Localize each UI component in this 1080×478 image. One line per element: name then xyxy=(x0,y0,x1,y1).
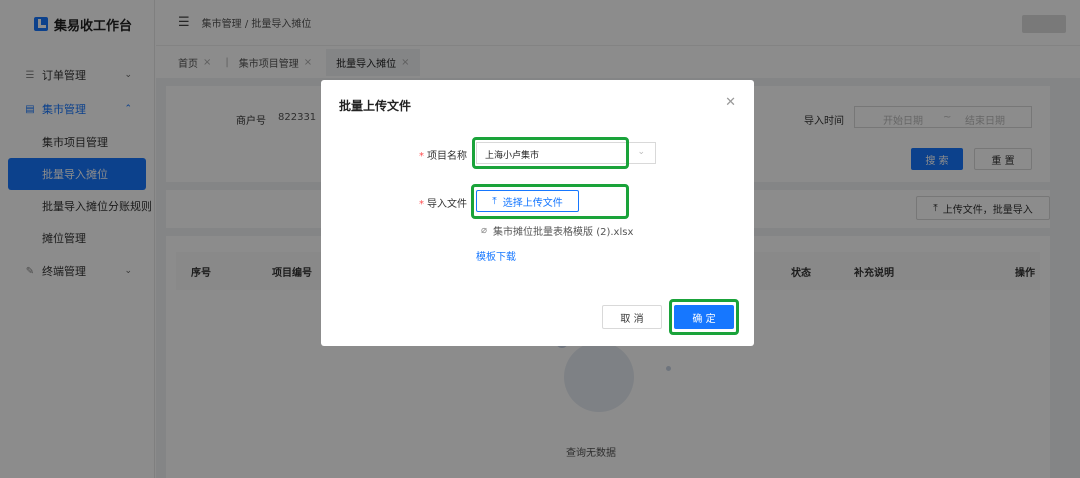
project-name-label-text: 项目名称 xyxy=(427,151,467,162)
highlight-box xyxy=(472,137,629,169)
highlight-box xyxy=(669,299,739,335)
import-file-label: * 导入文件 xyxy=(419,195,467,210)
import-file-label-text: 导入文件 xyxy=(427,199,467,210)
upload-modal: 批量上传文件 ✕ * 项目名称 上海小卢集市 ⌄ * 导入文件 ⤒ 选择上传文件 ⌀… xyxy=(321,80,754,346)
project-name-label: * 项目名称 xyxy=(419,147,467,162)
required-mark: * xyxy=(419,199,424,210)
required-mark: * xyxy=(419,151,424,162)
uploaded-file-name: 集市摊位批量表格模版 (2).xlsx xyxy=(493,227,634,238)
highlight-box xyxy=(471,184,629,219)
close-icon[interactable]: ✕ xyxy=(725,95,736,110)
template-download-link[interactable]: 模板下载 xyxy=(476,248,516,263)
chevron-down-icon: ⌄ xyxy=(637,147,645,157)
cancel-button[interactable]: 取 消 xyxy=(602,305,662,329)
uploaded-file-item[interactable]: ⌀ 集市摊位批量表格模版 (2).xlsx xyxy=(481,223,633,238)
modal-title: 批量上传文件 xyxy=(339,99,412,113)
paperclip-icon: ⌀ xyxy=(481,225,488,236)
